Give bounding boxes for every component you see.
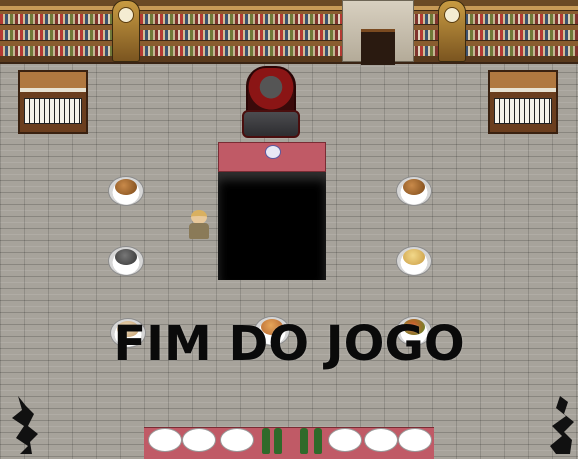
- throne-seat: [242, 110, 300, 138]
- goblet-icon: [265, 145, 281, 159]
- plate-icon: [364, 428, 398, 452]
- plate-icon: [148, 428, 182, 452]
- bookshelf-row: [0, 30, 578, 40]
- player-body: [189, 223, 209, 239]
- library-wall: [0, 0, 578, 64]
- floor-crack-right: [550, 396, 574, 454]
- game-over-text: FIM DO JOGO: [113, 316, 465, 372]
- grandfather-clock-icon: [112, 0, 140, 62]
- stew-plate-left: [108, 246, 144, 276]
- banquet-table: [144, 427, 434, 459]
- player-head: [191, 210, 207, 224]
- pipe-organ-left: [18, 70, 88, 134]
- roast-icon: [403, 179, 425, 195]
- wine-bottle-icon: [262, 428, 270, 454]
- roast-icon: [115, 179, 137, 195]
- organ-keys: [494, 98, 552, 124]
- bread-icon: [403, 249, 425, 265]
- wine-bottle-icon: [274, 428, 282, 454]
- bookshelf-row: [0, 46, 578, 56]
- throne: [240, 66, 300, 138]
- wine-bottle-icon: [300, 428, 308, 454]
- fireplace: [342, 0, 414, 65]
- wine-bottle-icon: [314, 428, 322, 454]
- organ-keys: [24, 98, 82, 124]
- dark-pit: [218, 172, 326, 280]
- bread-plate-right: [396, 246, 432, 276]
- grandfather-clock-icon: [438, 0, 466, 62]
- stew-icon: [115, 249, 137, 265]
- plate-icon: [220, 428, 254, 452]
- pipe-organ-right: [488, 70, 558, 134]
- bookshelf-row: [0, 14, 578, 24]
- game-screen: FIM DO JOGO: [0, 0, 578, 459]
- plate-icon: [328, 428, 362, 452]
- player-character: [186, 210, 212, 240]
- roast-plate-right: [396, 176, 432, 206]
- roast-plate-left: [108, 176, 144, 206]
- plate-icon: [182, 428, 216, 452]
- plate-icon: [398, 428, 432, 452]
- floor-crack-left: [12, 396, 38, 454]
- altar-table: [218, 142, 326, 172]
